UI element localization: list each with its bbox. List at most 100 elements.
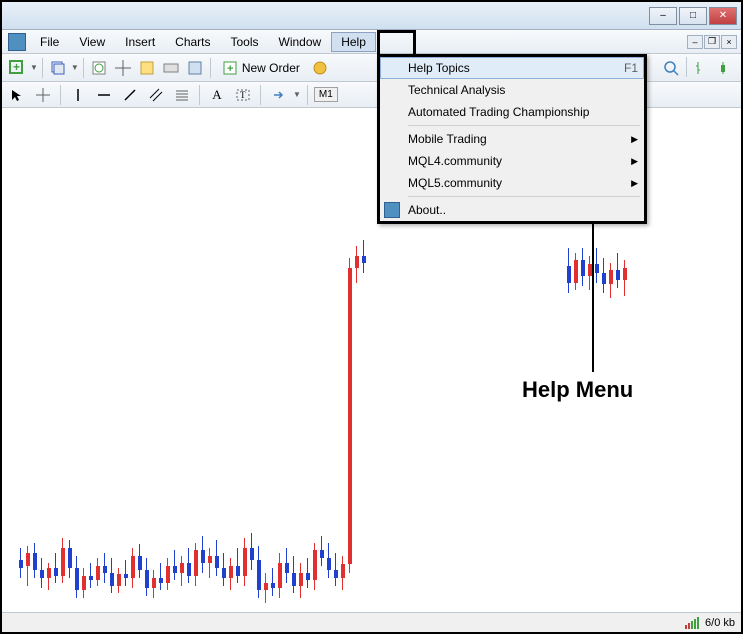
menu-label: Help Topics — [408, 61, 470, 75]
menu-charts[interactable]: Charts — [165, 32, 220, 52]
candle — [194, 543, 198, 586]
candle — [567, 248, 571, 293]
statusbar: 6/0 kb — [2, 612, 741, 632]
terminal-button[interactable] — [160, 57, 182, 79]
dropdown-arrow-icon[interactable]: ▼ — [30, 63, 38, 72]
new-order-button[interactable]: + New Order — [215, 57, 307, 79]
menu-technical-analysis[interactable]: Technical Analysis — [380, 79, 644, 101]
candle — [166, 558, 170, 590]
menu-tools[interactable]: Tools — [221, 32, 269, 52]
candle — [341, 556, 345, 590]
candle — [47, 563, 51, 590]
navigator-button[interactable] — [136, 57, 158, 79]
candle — [348, 258, 352, 573]
candle — [292, 556, 296, 593]
candle — [278, 553, 282, 598]
candle — [103, 553, 107, 583]
candle — [313, 543, 317, 590]
connection-signal-icon — [685, 617, 699, 629]
metaeditor-button[interactable] — [309, 57, 331, 79]
trendline-button[interactable] — [119, 84, 141, 106]
profiles-button[interactable] — [47, 57, 69, 79]
fibonacci-button[interactable] — [171, 84, 193, 106]
market-watch-button[interactable] — [88, 57, 110, 79]
candle — [609, 263, 613, 298]
candle — [33, 543, 37, 578]
menu-label: MQL5.community — [408, 176, 502, 190]
equidistant-channel-button[interactable] — [145, 84, 167, 106]
text-label-button[interactable]: T — [232, 84, 254, 106]
menu-file[interactable]: File — [30, 32, 69, 52]
candle — [236, 548, 240, 583]
candle — [320, 536, 324, 566]
candle — [264, 573, 268, 603]
horizontal-line-button[interactable] — [93, 84, 115, 106]
menu-insert[interactable]: Insert — [115, 32, 165, 52]
menu-window[interactable]: Window — [269, 32, 332, 52]
menu-mql5-community[interactable]: MQL5.community ▶ — [380, 172, 644, 194]
menu-automated-trading[interactable]: Automated Trading Championship — [380, 101, 644, 123]
menu-label: Mobile Trading — [408, 132, 487, 146]
window-maximize-button[interactable]: □ — [679, 7, 707, 25]
candle — [243, 538, 247, 586]
candle — [327, 543, 331, 578]
vertical-line-button[interactable] — [67, 84, 89, 106]
toolbar-separator — [83, 58, 84, 78]
crosshair-button[interactable] — [112, 57, 134, 79]
app-icon — [8, 33, 26, 51]
cursor-button[interactable] — [6, 84, 28, 106]
toolbar-separator — [42, 58, 43, 78]
mdi-minimize-button[interactable]: – — [687, 35, 703, 49]
text-button[interactable]: A — [206, 84, 228, 106]
strategy-tester-button[interactable] — [184, 57, 206, 79]
candle — [82, 568, 86, 598]
candle — [40, 558, 44, 588]
candle — [215, 540, 219, 576]
menu-mql4-community[interactable]: MQL4.community ▶ — [380, 150, 644, 172]
candle — [595, 248, 599, 283]
crosshair-tool-button[interactable] — [32, 84, 54, 106]
about-icon — [384, 202, 400, 218]
candle — [616, 253, 620, 288]
zoom-in-button[interactable] — [660, 57, 682, 79]
menu-mobile-trading[interactable]: Mobile Trading ▶ — [380, 128, 644, 150]
mdi-child-buttons: – ❐ × — [687, 35, 739, 49]
candle — [61, 538, 65, 583]
menu-label: Automated Trading Championship — [408, 105, 589, 119]
toolbar-separator — [199, 85, 200, 105]
candle — [623, 260, 627, 296]
menu-shortcut: F1 — [624, 61, 638, 75]
window-minimize-button[interactable]: – — [649, 7, 677, 25]
menu-help-topics[interactable]: Help Topics F1 — [380, 57, 644, 79]
toolbar-separator — [307, 85, 308, 105]
toolbar-separator — [60, 85, 61, 105]
dropdown-arrow-icon[interactable]: ▼ — [71, 63, 79, 72]
bar-chart-button[interactable] — [691, 57, 713, 79]
candle — [180, 556, 184, 586]
new-chart-button[interactable]: + — [6, 57, 28, 79]
candle — [222, 553, 226, 586]
mdi-close-button[interactable]: × — [721, 35, 737, 49]
menu-view[interactable]: View — [69, 32, 115, 52]
window-close-button[interactable]: ✕ — [709, 7, 737, 25]
dropdown-arrow-icon[interactable]: ▼ — [293, 90, 301, 99]
annotation-label: Help Menu — [522, 377, 633, 403]
candle — [201, 536, 205, 573]
timeframe-m1-button[interactable]: M1 — [314, 87, 338, 102]
candles-chart-button[interactable] — [715, 57, 737, 79]
menu-separator — [408, 125, 640, 126]
candle — [574, 253, 578, 290]
candle — [208, 548, 212, 578]
candle — [89, 563, 93, 588]
menu-help[interactable]: Help — [331, 32, 376, 52]
mdi-restore-button[interactable]: ❐ — [704, 35, 720, 49]
status-datarate: 6/0 kb — [705, 617, 735, 629]
candle — [229, 558, 233, 590]
candle — [138, 544, 142, 578]
menu-label: MQL4.community — [408, 154, 502, 168]
candle — [117, 568, 121, 593]
menu-about[interactable]: About.. — [380, 199, 644, 221]
candle — [173, 550, 177, 580]
svg-text:T: T — [240, 90, 246, 100]
arrows-button[interactable] — [267, 84, 289, 106]
